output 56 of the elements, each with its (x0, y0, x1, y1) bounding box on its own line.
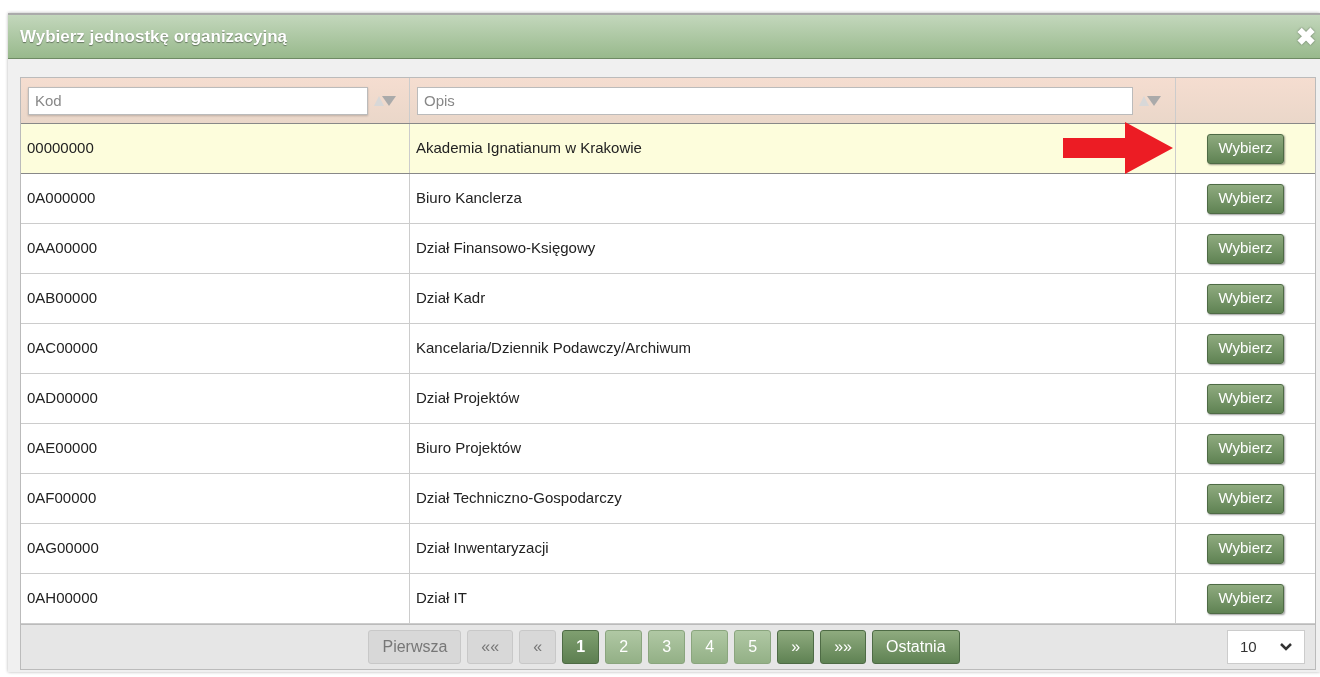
table-row[interactable]: 0A000000 Biuro Kanclerza Wybierz (21, 174, 1315, 224)
description-cell-text: Dział Kadr (416, 288, 486, 309)
select-button[interactable]: Wybierz (1207, 533, 1284, 564)
description-cell-text: Dział Projektów (416, 388, 520, 409)
select-button[interactable]: Wybierz (1207, 333, 1284, 364)
code-cell-text: 0AE00000 (27, 438, 98, 459)
dialog-title: Wybierz jednostkę organizacyjną (20, 25, 288, 48)
page-button[interactable]: 4 (691, 630, 729, 664)
description-cell-text: Dział IT (416, 588, 467, 609)
pager-nav-button[interactable]: Ostatnia (871, 630, 960, 664)
chevron-down-icon (1280, 643, 1292, 651)
description-cell-text: Akademia Ignatianum w Krakowie (416, 138, 642, 159)
code-cell-text: 0AH00000 (27, 588, 98, 609)
select-button[interactable]: Wybierz (1207, 433, 1284, 464)
code-cell-text: 0AD00000 (27, 388, 98, 409)
code-cell-text: 0A000000 (27, 188, 96, 209)
code-cell-text: 0AG00000 (27, 538, 99, 559)
select-button[interactable]: Wybierz (1207, 383, 1284, 414)
description-cell-text: Dział Techniczno-Gospodarczy (416, 488, 622, 509)
pager-nav-button[interactable]: » (777, 630, 815, 664)
description-filter-field[interactable]: Opis (417, 86, 1133, 115)
table-row[interactable]: 0AH00000 Dział IT Wybierz (21, 574, 1315, 624)
table-row[interactable]: 0AC00000 Kancelaria/Dziennik Podawczy/Archiwum Wybierz (21, 324, 1315, 374)
sort-icon[interactable] (374, 95, 396, 106)
page-button[interactable]: 5 (734, 630, 772, 664)
table-row[interactable]: 0AA00000 Dział Finansowo-Księgowy Wybierz (21, 224, 1315, 274)
close-button[interactable]: ✖ (1296, 24, 1316, 49)
description-cell-text: Biuro Projektów (416, 438, 522, 459)
page-button[interactable]: 1 (562, 630, 600, 664)
description-cell-text: Dział Inwentaryzacji (416, 538, 549, 559)
description-cell-text: Kancelaria/Dziennik Podawczy/Archiwum (416, 338, 692, 359)
description-cell-text: Biuro Kanclerza (416, 188, 522, 209)
select-button[interactable]: Wybierz (1207, 283, 1284, 314)
description-cell-text: Dział Finansowo-Księgowy (416, 238, 596, 259)
code-cell-text: 0AC00000 (27, 338, 98, 359)
page-button[interactable]: 3 (648, 630, 686, 664)
page-size-select[interactable]: 10 (1227, 630, 1305, 664)
table-row[interactable]: 0AG00000 Dział Inwentaryzacji Wybierz (21, 524, 1315, 574)
code-cell-text: 0AF00000 (27, 488, 97, 509)
sort-icon[interactable] (1139, 95, 1161, 106)
table-row[interactable]: 0AB00000 Dział Kadr Wybierz (21, 274, 1315, 324)
select-button[interactable]: Wybierz (1207, 183, 1284, 214)
page-button[interactable]: 2 (605, 630, 643, 664)
pager-nav-button[interactable]: »» (820, 630, 866, 664)
select-button[interactable]: Wybierz (1207, 133, 1284, 164)
select-button[interactable]: Wybierz (1207, 233, 1284, 264)
code-cell-text: 00000000 (27, 138, 94, 159)
table-row[interactable]: 0AF00000 Dział Techniczno-Gospodarczy Wybierz (21, 474, 1315, 524)
code-filter-field[interactable]: Kod (28, 86, 368, 115)
code-cell-text: 0AB00000 (27, 288, 98, 309)
table-row[interactable]: 0AE00000 Biuro Projektów Wybierz (21, 424, 1315, 474)
table-row[interactable]: 00000000 Akademia Ignatianum w Krakowie Wybierz (21, 124, 1315, 174)
select-button[interactable]: Wybierz (1207, 583, 1284, 614)
select-button[interactable]: Wybierz (1207, 483, 1284, 514)
table-row[interactable]: 0AD00000 Dział Projektów Wybierz (21, 374, 1315, 424)
code-cell-text: 0AA00000 (27, 238, 98, 259)
